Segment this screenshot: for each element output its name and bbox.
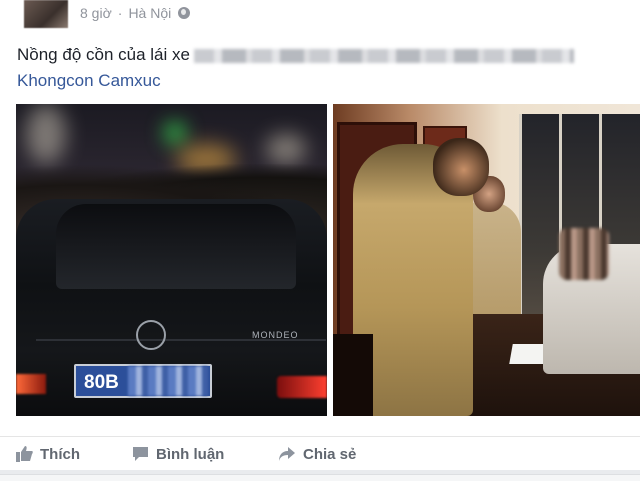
author-tag-link[interactable]: Khongcon Camxuc (17, 68, 627, 94)
like-label: Thích (40, 445, 80, 463)
share-label: Chia sẻ (303, 445, 357, 463)
photo-car-rear[interactable]: MONDEO 80B (16, 104, 327, 416)
officer-foreground-head (433, 138, 489, 196)
license-plate-blur (128, 366, 208, 396)
globe-icon[interactable] (178, 7, 191, 19)
post-action-bar: Thích Bình luận Chia sẻ (0, 436, 640, 471)
like-button[interactable]: Thích (0, 437, 116, 471)
post-time[interactable]: 8 giờ (80, 5, 112, 21)
license-plate-text: 80B (84, 372, 119, 393)
car-rear-window (56, 204, 296, 289)
post-text: Nồng độ cồn của lái xe Khongcon Camxuc (17, 42, 627, 94)
profile-avatar[interactable] (24, 0, 68, 28)
comment-button[interactable]: Bình luận (116, 437, 262, 471)
meta-separator: · (117, 5, 123, 21)
taillight-left (16, 374, 46, 394)
photo-police-office[interactable] (333, 104, 640, 416)
share-button[interactable]: Chia sẻ (262, 437, 370, 471)
post-location[interactable]: Hà Nội (128, 5, 171, 21)
post-text-content: Nồng độ cồn của lái xe (17, 45, 190, 64)
taillight-right (277, 376, 327, 398)
comment-label: Bình luận (156, 445, 225, 463)
sign-light-glow (266, 134, 306, 164)
comment-icon (133, 447, 148, 461)
facebook-post-card: 8 giờ · Hà Nội Nồng độ cồn của lái xe Kh… (0, 0, 640, 481)
post-meta: 8 giờ · Hà Nội (80, 5, 191, 21)
car-model-badge: MONDEO (252, 330, 299, 340)
thumbs-up-icon (16, 446, 33, 462)
share-icon (279, 447, 295, 461)
redacted-text (193, 48, 574, 63)
building-light-glow (26, 104, 66, 164)
car-emblem (136, 320, 166, 350)
driver-face-blurred (559, 228, 609, 280)
traffic-light-glow (166, 124, 184, 142)
chair (333, 334, 373, 416)
